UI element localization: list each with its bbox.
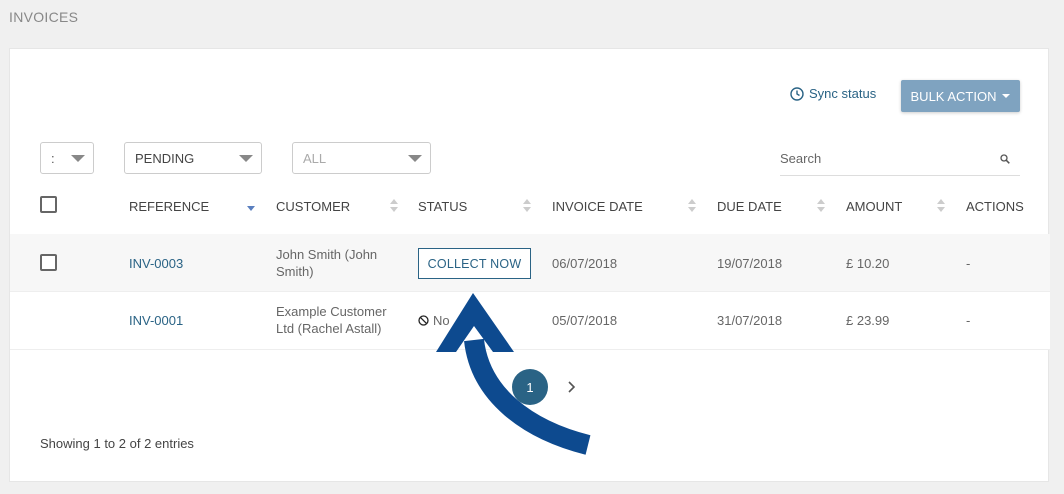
invoices-card: Sync status BULK ACTION : PENDING ALL RE… [9,48,1050,482]
caret-down-icon [1002,94,1011,98]
status-filter-select[interactable]: PENDING [124,142,262,174]
header-due-date[interactable]: DUE DATE [717,199,782,214]
blocked-icon [418,315,429,326]
actions-cell: - [966,256,971,271]
invoice-reference-link[interactable]: INV-0003 [129,255,183,272]
invoice-date: 06/07/2018 [552,256,618,271]
customer-name-line: Smith) [276,264,314,279]
invoice-reference-link[interactable]: INV-0001 [129,312,183,329]
sort-icon[interactable] [523,199,531,213]
sync-status-link[interactable]: Sync status [790,86,876,101]
customer-name-line: Example Customer [276,304,387,319]
dropdown-arrow-icon [71,155,85,162]
collect-now-button[interactable]: COLLECT NOW [418,248,531,279]
search-input[interactable] [780,151,990,166]
status-text: No [433,313,450,328]
select-all-checkbox[interactable] [40,196,57,213]
table-row: INV-0003 John Smith (John Smith) COLLECT… [10,234,1050,292]
search-box [780,142,1020,176]
amount: £ 23.99 [846,313,890,328]
sort-desc-icon[interactable] [247,199,255,213]
customer-name-line: Ltd (Rachel Astall) [276,321,382,336]
header-status[interactable]: STATUS [418,199,467,214]
type-filter-select[interactable]: ALL [292,142,431,174]
clock-icon [790,86,804,101]
bulk-action-label: BULK ACTION [910,88,997,104]
bulk-action-button[interactable]: BULK ACTION [901,80,1020,112]
dropdown-arrow-icon [239,155,253,162]
type-filter-value: ALL [303,150,327,166]
due-date: 19/07/2018 [717,256,783,271]
table-row: INV-0001 Example Customer Ltd (Rachel As… [10,292,1050,350]
customer-name-line: John Smith (John [276,247,378,262]
page-size-value: : [51,150,55,166]
sort-icon[interactable] [937,199,945,213]
sort-icon[interactable] [688,199,696,213]
row-checkbox[interactable] [40,254,57,271]
header-amount[interactable]: AMOUNT [846,199,902,214]
header-actions: ACTIONS [966,199,1024,214]
invoice-date: 05/07/2018 [552,313,618,328]
page-size-select[interactable]: : [40,142,94,174]
entries-info: Showing 1 to 2 of 2 entries [40,436,194,451]
amount: £ 10.20 [846,256,890,271]
chevron-right-icon[interactable] [564,379,580,395]
customer-name: Example Customer Ltd (Rachel Astall) [276,303,387,337]
status-filter-value: PENDING [135,150,195,166]
due-date: 31/07/2018 [717,313,783,328]
actions-cell: - [966,313,971,328]
header-reference[interactable]: REFERENCE [129,199,209,214]
search-icon[interactable] [1000,154,1010,164]
dropdown-arrow-icon [408,155,422,162]
header-customer[interactable]: CUSTOMER [276,199,350,214]
sort-icon[interactable] [390,199,398,213]
status-cell: No [418,312,450,329]
page-title: INVOICES [9,9,79,25]
customer-name: John Smith (John Smith) [276,246,377,280]
page-1-button[interactable]: 1 [512,369,548,405]
sync-status-label: Sync status [809,86,877,101]
sort-icon[interactable] [817,199,825,213]
header-invoice-date[interactable]: INVOICE DATE [552,199,643,214]
